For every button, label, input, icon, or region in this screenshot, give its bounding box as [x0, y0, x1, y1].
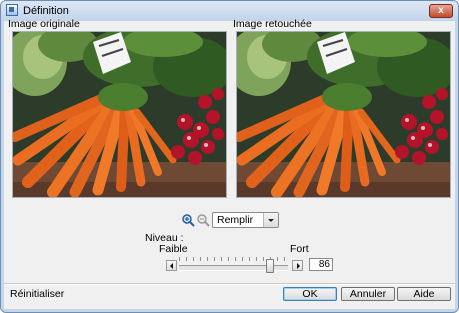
level-decrease-button[interactable]: [166, 260, 177, 271]
fit-mode-select[interactable]: Remplir: [212, 212, 279, 228]
footer-separator: [4, 283, 455, 285]
level-max-label: Fort: [290, 243, 309, 255]
definition-dialog: Définition x Image originale Image retou…: [0, 0, 459, 313]
vegetables-photo: [13, 32, 226, 197]
zoom-out-icon[interactable]: [197, 214, 210, 227]
cancel-button[interactable]: Annuler: [341, 287, 395, 301]
level-value-input[interactable]: 86: [309, 258, 333, 271]
close-x-icon: x: [438, 5, 444, 16]
level-slider-thumb[interactable]: [266, 259, 274, 273]
definition-app-icon: [6, 4, 18, 16]
dialog-body: Image originale Image retouchée Remplir …: [4, 18, 455, 309]
retouched-image-label: Image retouchée: [233, 18, 312, 30]
ok-button[interactable]: OK: [283, 287, 337, 301]
close-button[interactable]: x: [429, 4, 453, 18]
fit-mode-value: Remplir: [217, 214, 254, 226]
level-increase-button[interactable]: [292, 260, 303, 271]
original-image-label: Image originale: [8, 18, 80, 30]
level-min-label: Faible: [159, 243, 188, 255]
chevron-down-icon: [263, 213, 278, 227]
zoom-in-icon[interactable]: [182, 214, 195, 227]
reset-link[interactable]: Réinitialiser: [10, 288, 64, 300]
retouched-image-panel[interactable]: [236, 31, 451, 198]
help-button[interactable]: Aide: [397, 287, 451, 301]
vegetables-photo-retouched: [237, 32, 450, 197]
original-image-panel[interactable]: [12, 31, 227, 198]
window-title: Définition: [23, 5, 69, 17]
